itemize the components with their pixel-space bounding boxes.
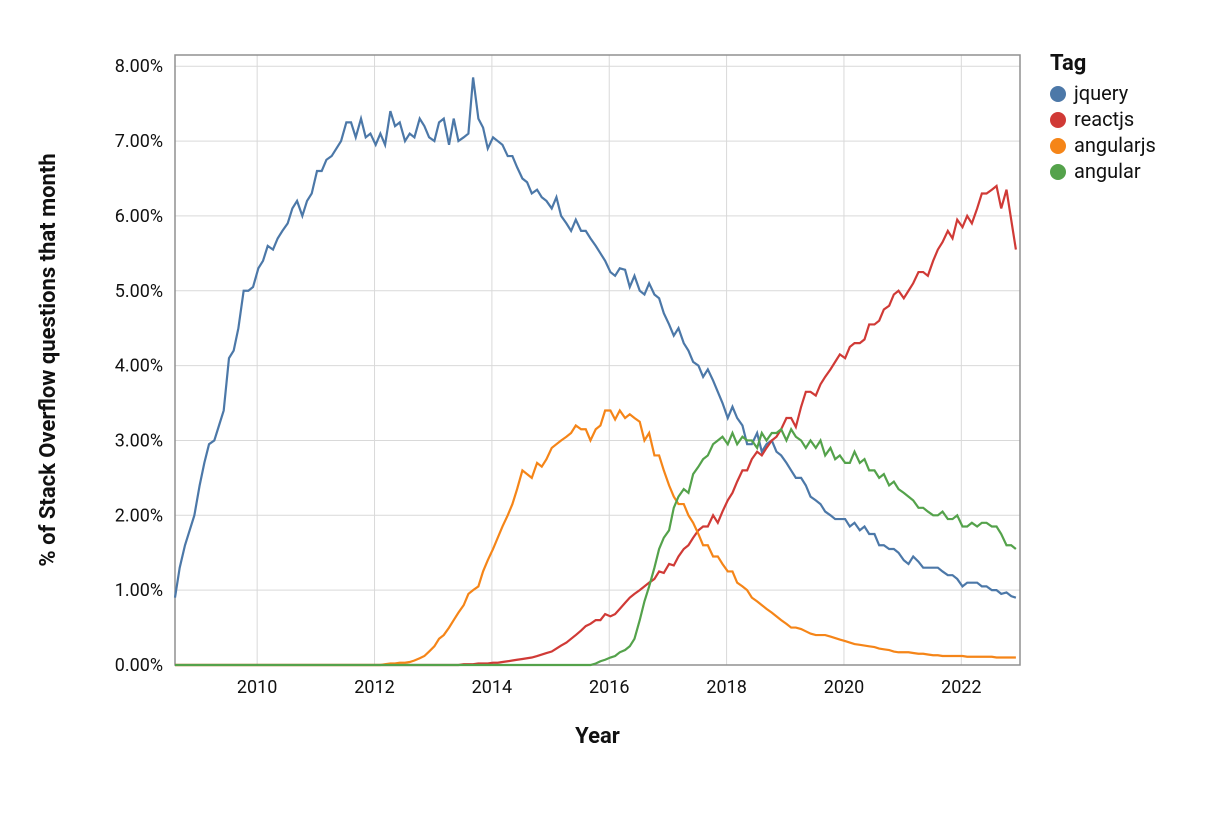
x-tick-label: 2018 <box>706 677 746 698</box>
x-tick-label: 2014 <box>472 677 512 698</box>
y-tick-label: 8.00% <box>115 56 163 77</box>
legend-swatch <box>1050 164 1066 180</box>
legend-item-angularjs: angularjs <box>1050 133 1156 157</box>
x-tick-label: 2016 <box>589 677 629 698</box>
x-axis: 2010 2012 2014 2016 2018 2020 2022 <box>237 665 982 698</box>
y-tick-label: 4.00% <box>115 356 163 377</box>
x-tick-label: 2010 <box>237 677 277 698</box>
legend-swatch <box>1050 138 1066 154</box>
series-angular <box>175 429 1016 665</box>
legend-item-angular: angular <box>1050 159 1141 183</box>
legend-item-jquery: jquery <box>1050 81 1129 105</box>
y-axis-label: % of Stack Overflow questions that month <box>36 153 61 566</box>
legend-label: jquery <box>1073 81 1129 105</box>
x-tick-label: 2022 <box>941 677 981 698</box>
legend-label: angular <box>1074 159 1141 183</box>
plot-border <box>175 55 1020 665</box>
x-axis-label: Year <box>575 724 620 749</box>
series-reactjs <box>175 186 1016 665</box>
y-tick-label: 5.00% <box>115 281 163 302</box>
y-tick-label: 2.00% <box>115 505 163 526</box>
y-tick-label: 7.00% <box>115 131 163 152</box>
gridlines <box>175 55 1020 665</box>
y-tick-label: 0.00% <box>115 655 163 676</box>
chart-svg: 2010 2012 2014 2016 2018 2020 2022 0.00% 1.00% 2.… <box>0 0 1206 820</box>
legend-swatch <box>1050 86 1066 102</box>
x-tick-label: 2012 <box>354 677 394 698</box>
legend-label: angularjs <box>1074 133 1156 157</box>
y-tick-label: 6.00% <box>115 206 163 227</box>
y-axis: 0.00% 1.00% 2.00% 3.00% 4.00% 5.00% 6.00% 7.00%… <box>115 56 175 676</box>
legend-label: reactjs <box>1074 107 1134 131</box>
legend: Tag jqueryreactjsangularjsangular <box>1050 51 1156 183</box>
series-jquery <box>175 77 1016 597</box>
legend-item-reactjs: reactjs <box>1050 107 1134 131</box>
y-tick-label: 1.00% <box>115 580 163 601</box>
legend-swatch <box>1050 112 1066 128</box>
chart-container: 2010 2012 2014 2016 2018 2020 2022 0.00% 1.00% 2.… <box>0 0 1206 820</box>
x-tick-label: 2020 <box>824 677 864 698</box>
y-tick-label: 3.00% <box>115 430 163 451</box>
series-angularjs <box>175 411 1016 665</box>
series-group <box>175 77 1016 665</box>
legend-title: Tag <box>1050 51 1086 76</box>
